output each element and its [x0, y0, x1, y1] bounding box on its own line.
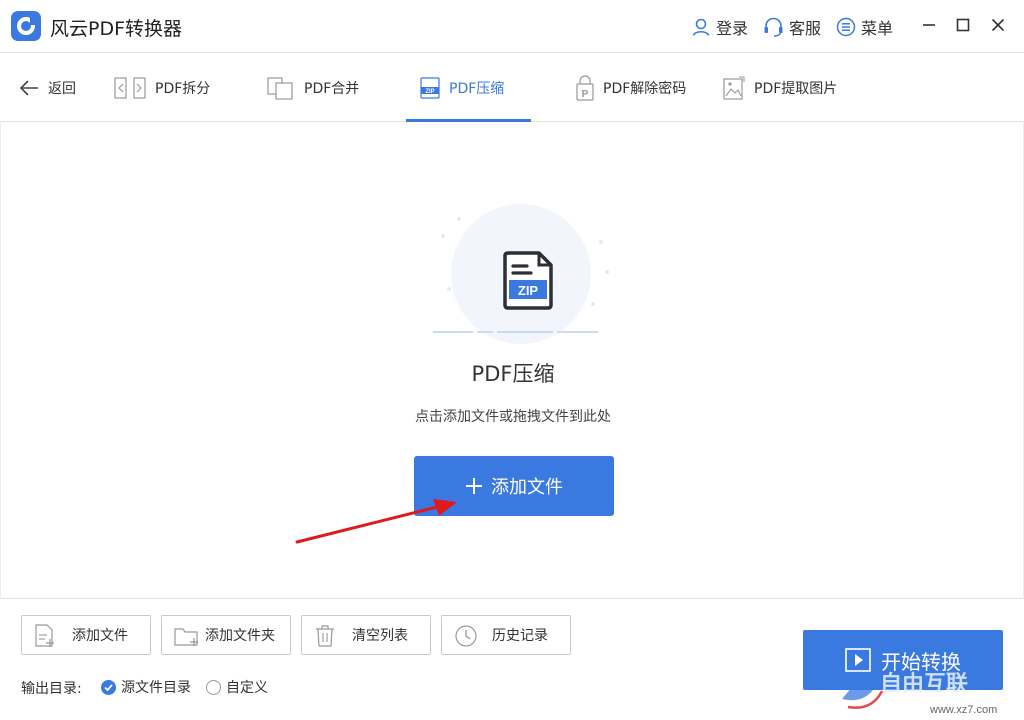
login-button[interactable]: 登录 [691, 15, 748, 39]
radio-checked-icon [101, 679, 116, 695]
start-convert-button[interactable]: 开始转换 [803, 630, 1003, 690]
decor-line [557, 331, 598, 333]
bottom-button-label: 清空列表 [352, 628, 408, 644]
merge-icon [267, 76, 293, 100]
bottom-button-label: 添加文件 [72, 628, 128, 644]
title-bar: 风云PDF转换器 登录 客服 菜单 [0, 0, 1024, 52]
decor-dot [457, 217, 461, 221]
bottom-button-label: 历史记录 [492, 628, 548, 644]
minimize-icon [923, 24, 935, 26]
tab-label: PDF压缩 [449, 80, 505, 97]
image-file-icon [723, 75, 745, 100]
zip-document-icon: ZIP [503, 251, 553, 310]
lock-file-icon: P [576, 74, 594, 101]
tab-pdf-extract-images[interactable]: PDF提取图片 [723, 53, 837, 122]
back-label: 返回 [48, 80, 76, 97]
radio-custom-dir[interactable]: 自定义 [206, 677, 268, 697]
decor-dot [599, 240, 603, 244]
decor-dot [605, 270, 609, 274]
decor-dot [447, 287, 451, 291]
add-file-label: 添加文件 [491, 477, 563, 498]
decor-line [477, 331, 493, 333]
maximize-icon [956, 18, 970, 32]
svg-text:ZIP: ZIP [425, 89, 434, 95]
maximize-button[interactable] [952, 14, 974, 36]
customer-service-button[interactable]: 客服 [763, 15, 821, 39]
minimize-button[interactable] [918, 14, 940, 36]
start-convert-label: 开始转换 [881, 649, 961, 674]
login-label: 登录 [716, 19, 749, 38]
drop-area-title: PDF压缩 [471, 362, 555, 386]
customer-service-label: 客服 [789, 19, 822, 38]
radio-label: 自定义 [226, 680, 268, 696]
close-button[interactable] [987, 14, 1009, 36]
watermark-url: www.xz7.com [929, 704, 997, 716]
tab-label: PDF拆分 [155, 80, 211, 97]
add-folder-button[interactable]: 添加文件夹 [161, 615, 291, 655]
decor-dot [591, 302, 595, 306]
headset-icon [764, 17, 783, 37]
tab-label: PDF合并 [304, 80, 360, 97]
app-logo-icon [11, 11, 41, 41]
tab-pdf-compress[interactable]: ZIP PDF压缩 [405, 53, 532, 122]
radio-unchecked-icon [206, 679, 221, 695]
decor-dot [441, 234, 445, 238]
drop-area-hint: 点击添加文件或拖拽文件到此处 [415, 409, 611, 425]
tab-bar: 返回 PDF拆分 PDF合并 ZIP PDF压缩 P PDF解除密码 PDF提取… [0, 52, 1024, 122]
clear-list-button[interactable]: 清空列表 [301, 615, 431, 655]
menu-button[interactable]: 菜单 [836, 15, 893, 39]
play-icon [845, 648, 871, 672]
radio-source-dir[interactable]: 源文件目录 [101, 677, 191, 697]
zip-file-icon: ZIP [420, 76, 440, 99]
red-arrow-annotation [295, 499, 457, 544]
tab-pdf-split[interactable]: PDF拆分 [114, 53, 210, 122]
close-icon [991, 18, 1005, 32]
decor-line [497, 331, 553, 333]
drop-area[interactable]: ZIP PDF压缩 点击添加文件或拖拽文件到此处 添加文件 [0, 122, 1024, 598]
output-dir-label: 输出目录: [21, 681, 82, 697]
tab-label: PDF提取图片 [754, 80, 838, 97]
bottom-add-file-button[interactable]: 添加文件 [21, 615, 151, 655]
split-icon [114, 76, 146, 99]
svg-text:P: P [582, 89, 589, 100]
back-button[interactable]: 返回 [19, 53, 76, 122]
history-button[interactable]: 历史记录 [441, 615, 571, 655]
bottom-panel: 添加文件 添加文件夹 清空列表 历史记录 输出目录: 源文件目录 自定义 开始转… [0, 598, 1024, 720]
radio-label: 源文件目录 [121, 680, 191, 696]
user-icon [692, 18, 710, 36]
plus-icon [466, 478, 482, 494]
bottom-button-label: 添加文件夹 [205, 628, 275, 644]
app-title: 风云PDF转换器 [50, 18, 183, 40]
menu-icon [836, 17, 856, 37]
tab-pdf-merge[interactable]: PDF合并 [267, 53, 359, 122]
tab-pdf-unlock[interactable]: P PDF解除密码 [576, 53, 686, 122]
tab-label: PDF解除密码 [603, 80, 687, 97]
menu-label: 菜单 [861, 19, 894, 38]
decor-line [433, 331, 473, 333]
zip-label: ZIP [518, 283, 539, 298]
arrow-left-icon [19, 79, 38, 96]
